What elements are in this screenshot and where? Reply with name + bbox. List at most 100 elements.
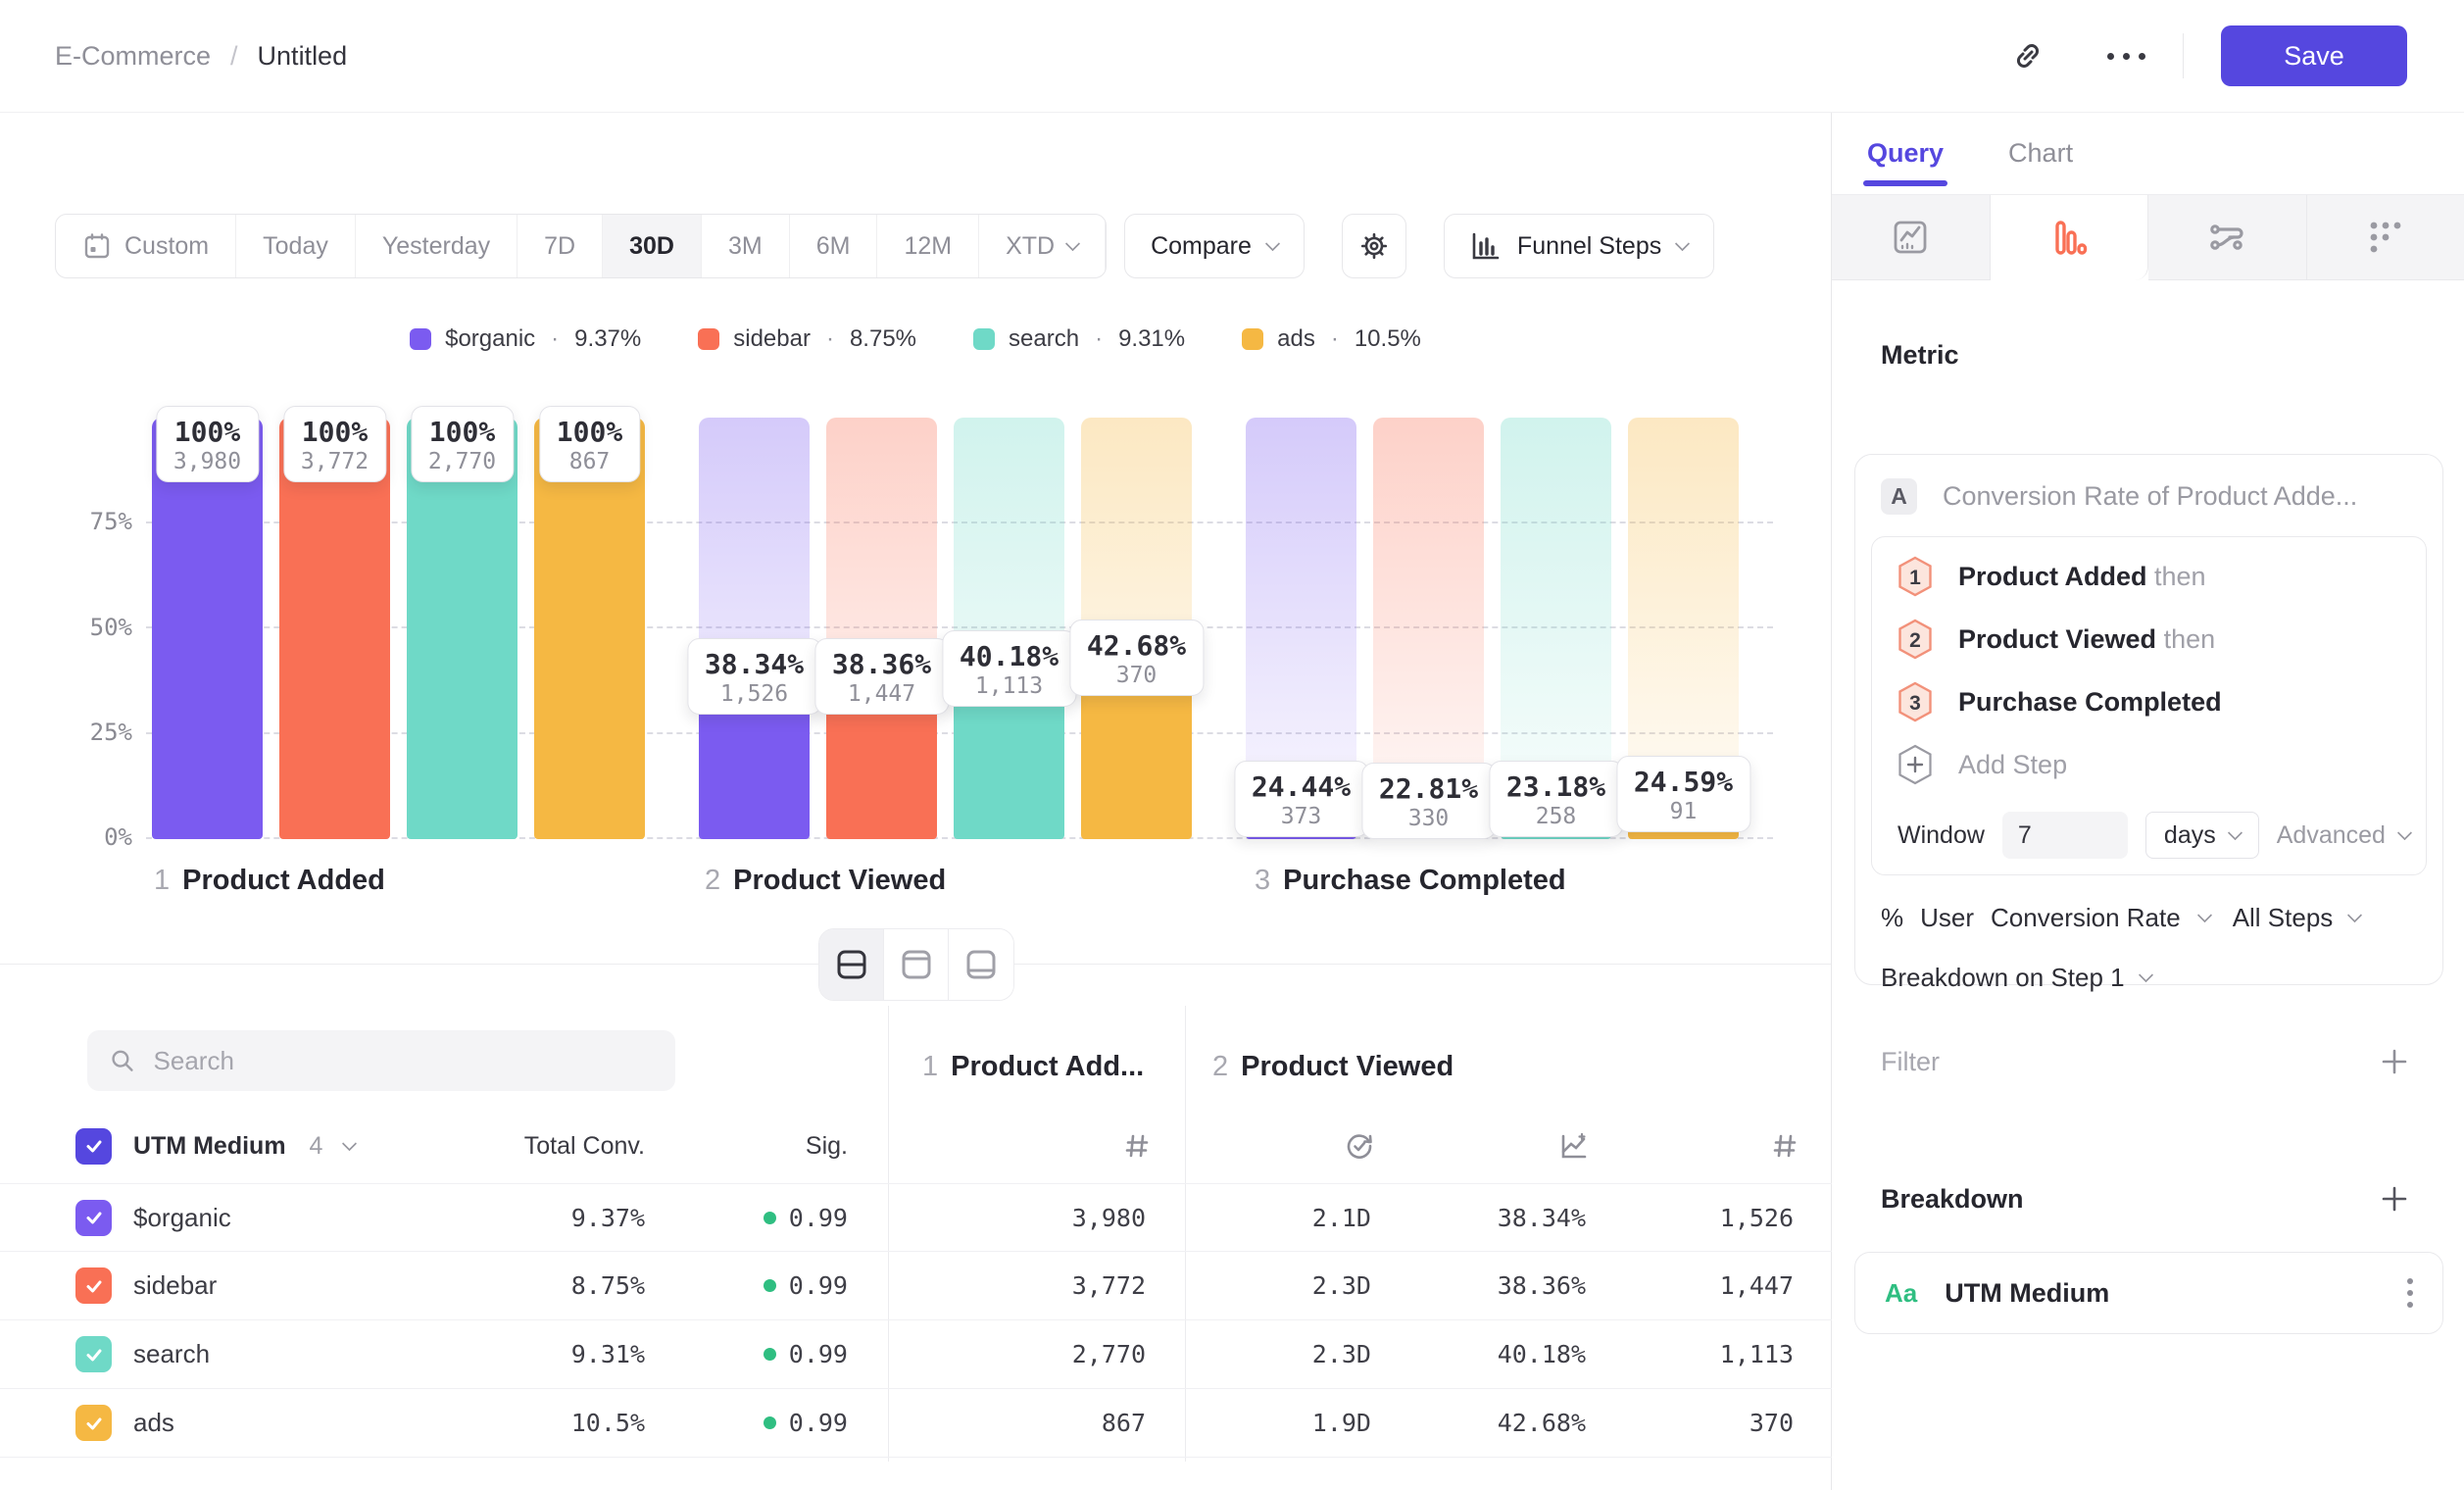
funnel-bar[interactable]: 24.44%373 — [1246, 418, 1356, 839]
metric-title-row[interactable]: A Conversion Rate of Product Adde... — [1881, 478, 2419, 515]
funnel-bar[interactable]: 42.68%370 — [1081, 418, 1192, 839]
funnel-bar[interactable]: 22.81%330 — [1373, 418, 1484, 839]
more-menu-button[interactable] — [2098, 28, 2153, 83]
rate-metric-header[interactable] — [1401, 1130, 1615, 1162]
row-checkbox[interactable] — [75, 1405, 112, 1441]
date-range-option[interactable]: 7D — [517, 215, 603, 277]
chart-settings-button[interactable] — [1342, 214, 1406, 278]
add-step-button[interactable]: Add Step — [1872, 733, 2426, 796]
select-all-checkbox[interactable] — [75, 1128, 112, 1165]
funnel-bar[interactable]: 38.36%1,447 — [826, 418, 937, 839]
legend-item[interactable]: search · 9.31% — [973, 325, 1185, 353]
dots-grid-icon — [2364, 216, 2407, 259]
time-metric-header[interactable] — [1185, 1130, 1401, 1162]
measure-type-select[interactable]: Conversion Rate — [1991, 903, 2181, 933]
sig-value: 0.99 — [645, 1204, 848, 1232]
funnel-bar[interactable]: 100%3,980 — [152, 418, 263, 839]
retention-grid-tab[interactable] — [2307, 195, 2464, 280]
date-range-option[interactable]: 12M — [877, 215, 979, 277]
chevron-down-icon — [2347, 908, 2363, 923]
table-only-view-button[interactable] — [949, 929, 1013, 1000]
table-row[interactable]: sidebar 8.75% 0.99 3,772 2.3D 38.36% 1,4… — [0, 1252, 1832, 1320]
segment-label: ads — [133, 1408, 174, 1438]
funnel-chart-tab[interactable] — [1991, 195, 2149, 280]
date-range-option[interactable]: Yesterday — [356, 215, 517, 277]
breadcrumb-current[interactable]: Untitled — [258, 41, 348, 72]
bar-value-label: 38.36%1,447 — [814, 638, 949, 715]
breakdown-table: 1 Product Add... 2 Product Viewed UTM Me… — [0, 965, 1831, 1469]
search-input[interactable] — [154, 1046, 654, 1076]
layout-toggle — [818, 928, 1014, 1001]
row-checkbox[interactable] — [75, 1267, 112, 1304]
funnel-step-row[interactable]: 2 Product Viewed then — [1872, 608, 2426, 670]
window-unit-label: days — [2164, 821, 2216, 850]
date-range-option[interactable]: 6M — [790, 215, 878, 277]
tab-query[interactable]: Query — [1867, 138, 1944, 186]
date-range-group: Custom Today Yesterday 7D — [55, 214, 1107, 278]
step-name: Product Viewed — [733, 865, 946, 897]
funnel-bar[interactable]: 100%2,770 — [407, 418, 517, 839]
kebab-menu-icon[interactable] — [2401, 1272, 2419, 1314]
split-view-button[interactable] — [819, 929, 884, 1000]
count-metric-header-2[interactable] — [1615, 1131, 1833, 1161]
add-breakdown-icon[interactable] — [2379, 1183, 2410, 1215]
funnel-bar[interactable]: 38.34%1,526 — [699, 418, 810, 839]
date-range-label: 6M — [816, 232, 851, 261]
funnel-bar[interactable]: 24.59%91 — [1628, 418, 1739, 839]
date-range-option[interactable]: Custom — [56, 215, 236, 277]
chart-type-button[interactable]: Funnel Steps — [1444, 214, 1714, 278]
advanced-toggle[interactable]: Advanced — [2277, 821, 2410, 850]
row-checkbox[interactable] — [75, 1336, 112, 1372]
date-range-option[interactable]: Today — [236, 215, 356, 277]
table-search[interactable] — [87, 1030, 675, 1091]
compare-button[interactable]: Compare — [1124, 214, 1305, 278]
step2-rate: 42.68% — [1401, 1409, 1615, 1437]
save-button[interactable]: Save — [2221, 25, 2407, 86]
funnel-step-row[interactable]: 1 Product Added then — [1872, 545, 2426, 608]
window-value-input[interactable] — [2002, 812, 2128, 859]
measure-scope-select[interactable]: All Steps — [2233, 903, 2334, 933]
flow-chart-tab[interactable] — [2148, 195, 2307, 280]
date-range-option[interactable]: 30D — [603, 215, 702, 277]
legend-item[interactable]: $organic · 9.37% — [410, 325, 641, 353]
share-link-icon[interactable] — [2000, 28, 2055, 83]
table-row[interactable]: ads 10.5% 0.99 867 1.9D 42.68% 370 — [0, 1389, 1832, 1458]
legend-swatch — [410, 328, 431, 350]
funnel-bar[interactable]: 23.18%258 — [1501, 418, 1611, 839]
window-unit-select[interactable]: days — [2145, 812, 2259, 859]
date-range-option[interactable]: XTD — [979, 215, 1106, 277]
breadcrumb-parent[interactable]: E-Commerce — [55, 41, 211, 72]
date-range-label: XTD — [1006, 232, 1055, 261]
tab-chart[interactable]: Chart — [2008, 138, 2073, 186]
query-panel: Query Chart Metric — [1832, 113, 2464, 1490]
chart-only-view-button[interactable] — [884, 929, 949, 1000]
add-filter-icon[interactable] — [2379, 1046, 2410, 1077]
gear-icon — [1357, 229, 1391, 263]
line-chart-tab[interactable] — [1832, 195, 1991, 280]
funnel-bar[interactable]: 100%3,772 — [279, 418, 390, 839]
chevron-down-icon — [2196, 908, 2212, 923]
funnel-bar[interactable]: 100%867 — [534, 418, 645, 839]
table-row[interactable]: $organic 9.37% 0.99 3,980 2.1D 38.34% 1,… — [0, 1183, 1832, 1252]
legend-swatch — [973, 328, 995, 350]
chevron-down-icon[interactable] — [342, 1135, 358, 1151]
split-view-icon — [834, 947, 869, 982]
breakdown-on-step-select[interactable]: Breakdown on Step 1 — [1881, 963, 2442, 993]
table-group-header-2: 2 Product Viewed — [1212, 1051, 1454, 1083]
legend-value: 10.5% — [1355, 325, 1421, 353]
funnel-step-row[interactable]: 3 Purchase Completed — [1872, 670, 2426, 733]
count-metric-header[interactable] — [888, 1131, 1185, 1161]
y-axis-tick: 0% — [39, 823, 132, 851]
funnel-bar[interactable]: 40.18%1,113 — [954, 418, 1064, 839]
row-checkbox[interactable] — [75, 1200, 112, 1236]
legend-value: 8.75% — [850, 325, 916, 353]
counting-method[interactable]: User — [1920, 903, 1974, 933]
breakdown-property-card[interactable]: Aa UTM Medium — [1854, 1252, 2443, 1334]
add-step-label: Add Step — [1958, 750, 2067, 780]
breakdown-column-header[interactable]: UTM Medium — [133, 1132, 286, 1161]
table-row[interactable]: search 9.31% 0.99 2,770 2.3D 40.18% 1,11… — [0, 1320, 1832, 1389]
legend-item[interactable]: sidebar · 8.75% — [698, 325, 916, 353]
funnel-step-group-1: 100%3,980100%3,772100%2,770100%867 — [152, 418, 645, 839]
legend-item[interactable]: ads · 10.5% — [1242, 325, 1421, 353]
date-range-option[interactable]: 3M — [702, 215, 790, 277]
